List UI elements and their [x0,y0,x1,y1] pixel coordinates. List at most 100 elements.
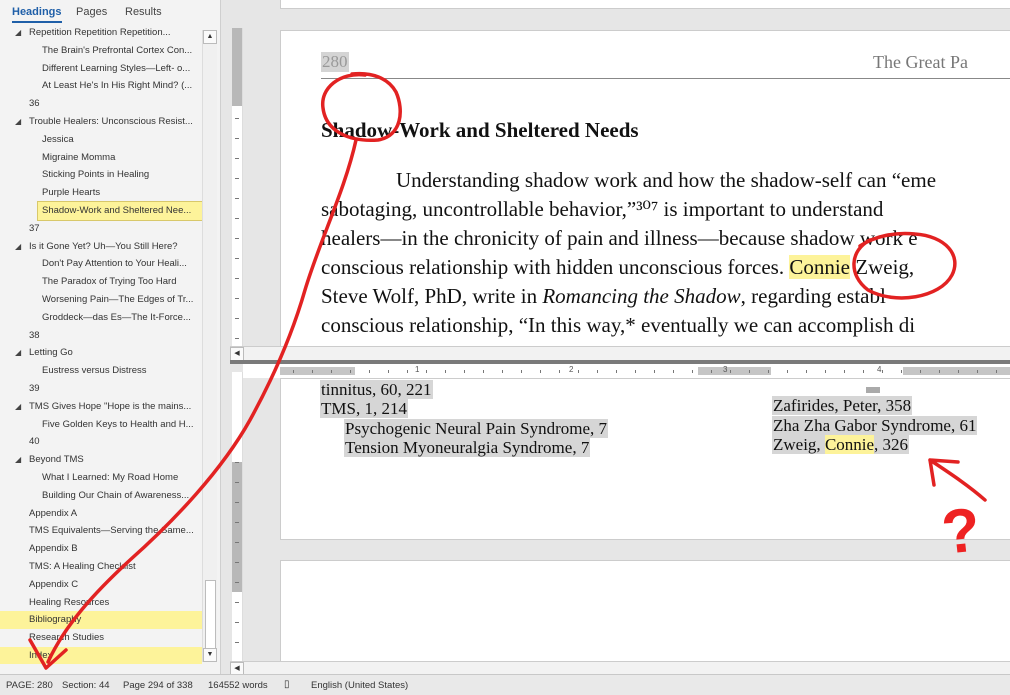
ruler-tick [235,298,239,299]
nav-item-label: TMS: A Healing Checklist [29,560,136,572]
ruler-tick [235,178,239,179]
navigation-pane: Headings Pages Results ◢ Repetition Repet… [0,0,221,674]
nav-heading-item[interactable]: ◢ Beyond TMS [0,451,202,469]
ruler-tick [235,338,239,339]
nav-item-label: 40 [29,436,40,448]
nav-heading-item[interactable]: 37 [0,220,202,238]
next-page[interactable] [280,560,1010,661]
nav-heading-item[interactable]: Appendix A [0,505,202,523]
horizontal-scrollbar-top[interactable]: ◀ [230,346,1010,361]
nav-subheading-item[interactable]: Five Golden Keys to Health and H... [0,416,202,434]
tab-headings[interactable]: Headings [12,6,62,23]
nav-subheading-item[interactable]: The Paradox of Trying Too Hard [0,273,202,291]
nav-subheading-item[interactable]: Migraine Momma [0,149,202,167]
nav-subheading-item[interactable]: What I Learned: My Road Home [0,469,202,487]
scrollbar-thumb[interactable] [205,580,216,652]
nav-heading-item[interactable]: Appendix B [0,540,202,558]
nav-subheading-item[interactable]: Different Learning Styles—Left- o... [0,60,202,78]
ruler-tick [521,370,522,373]
ruler-tick [235,482,239,483]
status-section[interactable]: Section: 44 [62,680,110,691]
nav-item-label: Trouble Healers: Unconscious Resist... [29,115,193,127]
nav-heading-item[interactable]: TMS Equivalents—Serving the Same... [0,522,202,540]
nav-heading-item[interactable]: 36 [0,95,202,113]
ruler-tick [768,370,769,373]
nav-item-label: Don't Pay Attention to Your Heali... [42,258,187,270]
navigation-scrollbar[interactable]: ▲ ▼ [202,30,217,662]
ruler-tick [426,370,427,373]
nav-heading-item[interactable]: 39 [0,380,202,398]
ruler-tick [293,370,294,373]
ruler-tick [483,370,484,373]
vertical-ruler-bottom [232,372,243,672]
nav-heading-item[interactable]: Research Studies [0,629,202,647]
nav-subheading-item[interactable]: Shadow-Work and Sheltered Nee... [37,200,202,221]
ruler-tick [502,370,503,373]
status-bar: PAGE: 280 Section: 44 Page 294 of 338 16… [0,674,1010,695]
navigation-tabs: Headings Pages Results [0,0,220,24]
horizontal-scrollbar-bottom[interactable]: ◀ [230,661,1010,676]
nav-subheading-item[interactable]: Eustress versus Distress [0,362,202,380]
nav-heading-item[interactable]: ◢ Trouble Healers: Unconscious Resist... [0,113,202,131]
document-pane-bottom[interactable]: tinnitus, 60, 221 TMS, 1, 214 Psychogeni… [243,378,1010,661]
scroll-up-icon[interactable]: ▲ [203,30,217,44]
ruler-tick [235,218,239,219]
nav-subheading-item[interactable]: Building Our Chain of Awareness... [0,487,202,505]
nav-subheading-item[interactable]: The Brain's Prefrontal Cortex Con... [0,42,202,60]
tab-pages[interactable]: Pages [76,6,107,18]
nav-heading-item[interactable]: ◢ Is it Gone Yet? Uh—You Still Here? [0,238,202,256]
nav-subheading-item[interactable]: Don't Pay Attention to Your Heali... [0,255,202,273]
nav-item-label: Index [29,649,53,661]
tab-results[interactable]: Results [125,6,162,18]
status-word-count[interactable]: 164552 words [208,680,268,691]
highlighted-name: Connie [789,255,850,279]
horizontal-ruler[interactable]: 1 2 3 4 [243,364,1010,379]
ruler-tick [235,542,239,543]
document-pane-top[interactable]: 280 The Great Pa Shadow-Work and Shelter… [243,0,1010,346]
nav-heading-item[interactable]: ◢ Letting Go [0,344,202,362]
nav-subheading-item[interactable]: Worsening Pain—The Edges of Tr... [0,291,202,309]
nav-heading-item[interactable]: ◢ Repetition Repetition Repetition... [0,24,202,42]
nav-heading-item[interactable]: TMS: A Healing Checklist [0,558,202,576]
nav-subheading-item[interactable]: Sticking Points in Healing [0,166,202,184]
proofing-icon[interactable]: ▯ [284,679,290,690]
body-line: sabotaging, uncontrollable behavior,”³⁰⁷… [321,197,884,221]
nav-item-label: 38 [29,329,40,341]
nav-heading-item[interactable]: Bibliography [0,611,202,630]
ruler-tick [235,258,239,259]
ruler-tick [235,118,239,119]
nav-item-label: Building Our Chain of Awareness... [42,489,190,501]
nav-heading-item[interactable]: ◢ TMS Gives Hope "Hope is the mains... [0,398,202,416]
nav-subheading-item[interactable]: At Least He's In His Right Mind? (... [0,77,202,95]
ruler-tick [977,370,978,373]
status-page[interactable]: PAGE: 280 [6,680,53,691]
collapse-triangle-icon[interactable]: ◢ [15,344,21,362]
nav-subheading-item[interactable]: Purple Hearts [0,184,202,202]
ruler-tick [806,370,807,373]
collapse-triangle-icon[interactable]: ◢ [15,451,21,469]
nav-subheading-item[interactable]: Groddeck—das Es—The It-Force... [0,309,202,327]
ruler-number: 1 [415,365,420,374]
status-language[interactable]: English (United States) [311,680,408,691]
ruler-tick [616,370,617,373]
collapse-triangle-icon[interactable]: ◢ [15,238,21,256]
nav-heading-item[interactable]: 38 [0,327,202,345]
nav-item-label: TMS Equivalents—Serving the Same... [29,525,194,537]
nav-heading-item[interactable]: Appendix C [0,576,202,594]
ruler-tick [787,370,788,373]
body-text: Zweig, [855,255,915,279]
nav-heading-item[interactable]: 40 [0,433,202,451]
scroll-left-icon[interactable]: ◀ [230,347,244,361]
collapse-triangle-icon[interactable]: ◢ [15,24,21,42]
collapse-triangle-icon[interactable]: ◢ [15,398,21,416]
nav-subheading-item[interactable]: Jessica [0,131,202,149]
nav-heading-item[interactable]: Healing Resources [0,594,202,612]
ruler-tick [540,370,541,373]
scroll-down-icon[interactable]: ▼ [203,648,217,662]
ruler-tick [235,602,239,603]
ruler-number: 2 [569,365,574,374]
nav-heading-item[interactable]: Index [0,646,202,664]
nav-item-label: At Least He's In His Right Mind? (... [42,80,193,92]
status-page-of[interactable]: Page 294 of 338 [123,680,193,691]
collapse-triangle-icon[interactable]: ◢ [15,113,21,131]
